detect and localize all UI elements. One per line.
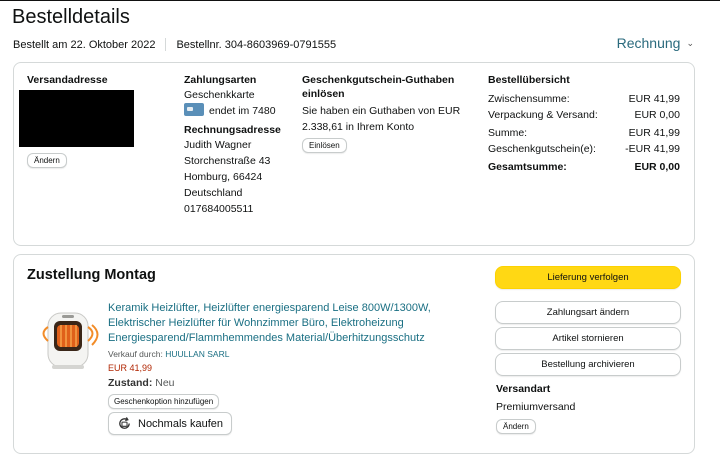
summary-label: Geschenkgutschein(e):: [488, 143, 596, 155]
summary-value: EUR 0,00: [634, 161, 680, 173]
condition-value: Neu: [155, 377, 175, 389]
add-gift-option-button[interactable]: Geschenkoption hinzufügen: [108, 394, 220, 409]
buy-again-label: Nochmals kaufen: [138, 417, 223, 430]
summary-label: Zwischensumme:: [488, 93, 570, 105]
summary-value: EUR 41,99: [628, 93, 680, 105]
shipping-type-value: Premiumversand: [496, 401, 576, 413]
summary-heading: Bestellübersicht: [488, 74, 570, 86]
giftcard-heading-1: Geschenkgutschein-Guthaben: [302, 74, 455, 86]
track-delivery-button[interactable]: Lieferung verfolgen: [495, 266, 681, 289]
summary-label: Gesamtsumme:: [488, 161, 567, 173]
shipping-heading: Versandadresse: [27, 74, 108, 86]
change-address-button[interactable]: Ändern: [27, 153, 67, 168]
product-title-line: Energiesparend/Flammhemmendes Material/Ü…: [108, 332, 425, 344]
summary-row-giftcard: Geschenkgutschein(e): -EUR 41,99: [488, 141, 680, 157]
invoice-label: Rechnung: [616, 35, 681, 51]
delivery-card: Zustellung Montag Keramik Heizlüfter, He…: [13, 254, 695, 454]
summary-row-subtotal: Zwischensumme: EUR 41,99: [488, 91, 680, 107]
billing-country: Deutschland: [184, 187, 243, 199]
page-title: Bestelldetails: [12, 6, 130, 28]
billing-phone: 017684005511: [184, 203, 254, 215]
billing-street: Storchenstraße 43: [184, 155, 271, 167]
summary-value: -EUR 41,99: [625, 143, 680, 155]
buy-again-icon: [119, 417, 130, 429]
product-condition: Zustand: Neu: [108, 377, 175, 389]
archive-order-button[interactable]: Bestellung archivieren: [495, 353, 681, 376]
giftcard-section: Geschenkgutschein-Guthaben einlösen Sie …: [302, 73, 460, 135]
shipping-type-heading: Versandart: [496, 383, 551, 395]
change-payment-button[interactable]: Zahlungsart ändern: [495, 301, 681, 324]
order-number: Bestellnr. 304-8603969-0791555: [176, 38, 337, 51]
product-title-line: Elektrischer Heizlüfter für Wohnzimmer B…: [108, 317, 404, 329]
order-meta: Bestellt am 22. Oktober 2022 Bestellnr. …: [13, 38, 336, 51]
billing-city: Homburg, 66424: [184, 171, 263, 183]
summary-row-total: Summe: EUR 41,99: [488, 125, 680, 141]
buy-again-button[interactable]: Nochmals kaufen: [108, 412, 232, 435]
order-summary-section: Bestellübersicht Zwischensumme: EUR 41,9…: [488, 73, 680, 175]
change-shipping-type-button[interactable]: Ändern: [496, 419, 536, 434]
card-row: endet im 7480: [184, 103, 281, 119]
summary-label: Summe:: [488, 127, 528, 139]
giftcard-text-1: Sie haben ein Guthaben von EUR: [302, 105, 461, 117]
order-date: Bestellt am 22. Oktober 2022: [13, 38, 156, 51]
sold-by-label: Verkauf durch:: [108, 349, 163, 359]
seller-link[interactable]: HUULLAN SARL: [165, 349, 229, 359]
summary-row-shipping: Verpackung & Versand: EUR 0,00: [488, 107, 680, 123]
invoice-dropdown[interactable]: Rechnung ⌄: [617, 35, 694, 51]
payment-section: Zahlungsarten Geschenkkarte endet im 748…: [184, 73, 281, 217]
heater-product-image[interactable]: [34, 297, 104, 377]
cancel-items-button[interactable]: Artikel stornieren: [495, 327, 681, 350]
credit-card-icon: [184, 103, 204, 116]
giftcard-text-2: 2.338,61 in Ihrem Konto: [302, 121, 415, 133]
divider: [165, 38, 167, 51]
summary-value: EUR 0,00: [634, 109, 680, 121]
product-title-line: Keramik Heizlüfter, Heizlüfter energiesp…: [108, 302, 431, 314]
seller-info: Verkauf durch: HUULLAN SARL: [108, 349, 229, 359]
product-title-link[interactable]: Keramik Heizlüfter, Heizlüfter energiesp…: [108, 301, 438, 346]
summary-label: Verpackung & Versand:: [488, 109, 598, 121]
shipping-address-section: Versandadresse: [27, 73, 108, 87]
summary-row-grand-total: Gesamtsumme: EUR 0,00: [488, 159, 680, 175]
card-ending: endet im 7480: [209, 105, 276, 117]
billing-name: Judith Wagner: [184, 139, 252, 151]
payment-method: Geschenkkarte: [184, 89, 255, 101]
summary-value: EUR 41,99: [628, 127, 680, 139]
billing-heading: Rechnungsadresse: [184, 124, 281, 136]
condition-label: Zustand:: [108, 377, 153, 389]
redeem-button[interactable]: Einlösen: [302, 138, 347, 153]
redacted-address: [19, 90, 134, 147]
payment-heading: Zahlungsarten: [184, 74, 257, 86]
chevron-down-icon: ⌄: [686, 37, 694, 48]
order-info-card: Versandadresse Ändern Zahlungsarten Gesc…: [13, 62, 695, 246]
giftcard-heading-2: einlösen: [302, 88, 345, 100]
delivery-title: Zustellung Montag: [27, 267, 156, 283]
top-border: [0, 0, 720, 1]
product-price: EUR 41,99: [108, 363, 153, 373]
